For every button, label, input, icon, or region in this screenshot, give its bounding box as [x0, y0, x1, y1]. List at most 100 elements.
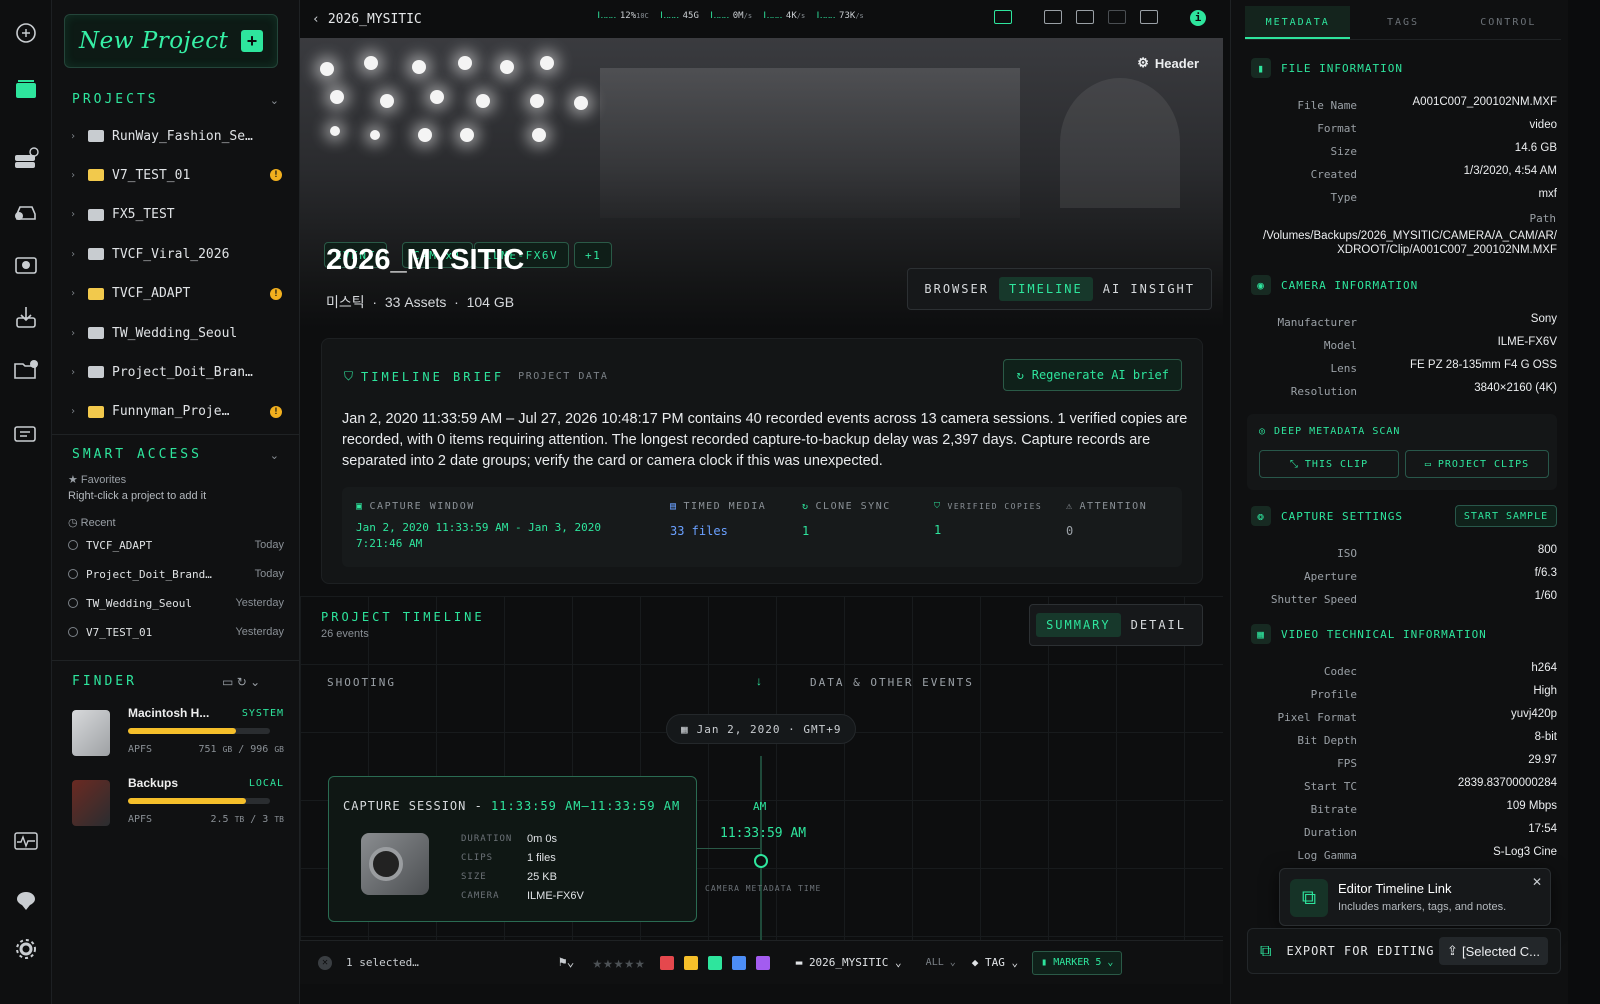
recent-time: Yesterday	[235, 597, 284, 609]
export-button[interactable]: EXPORT FOR EDITING	[1286, 944, 1434, 958]
timed-media-link[interactable]: 33 files	[670, 524, 766, 538]
marker-filter-button[interactable]: ▮ MARKER 5 ⌄	[1032, 950, 1123, 975]
capture-session-card[interactable]: CAPTURE SESSION - 11:33:59 AM–11:33:59 A…	[328, 776, 697, 922]
color-swatch[interactable]	[755, 955, 770, 970]
project-item[interactable]: › FX5_TEST	[70, 200, 282, 230]
favorites-label: ★ Favorites	[68, 474, 127, 486]
shield-icon: ⛉	[344, 369, 354, 383]
timed-media-stat: ▤ TIMED MEDIA 33 files	[670, 501, 767, 538]
refresh-icon[interactable]: ↻	[237, 675, 247, 689]
rating-stars[interactable]: ★★★★★	[593, 953, 646, 972]
chat-icon[interactable]	[11, 420, 41, 450]
flag-icon[interactable]: ⚑⌄	[559, 955, 575, 970]
chevron-right-icon[interactable]: ›	[70, 131, 88, 142]
project-item[interactable]: › TVCF_ADAPT!	[70, 279, 282, 309]
chevron-right-icon[interactable]: ›	[70, 288, 88, 299]
metadata-key: Type	[1330, 191, 1358, 204]
project-item[interactable]: › Project_Doit_Bran…	[70, 357, 282, 387]
folder-icon	[88, 366, 104, 379]
color-swatch[interactable]	[683, 955, 698, 970]
camera-thumbnail	[361, 833, 429, 895]
favorites-hint: Right-click a project to add it	[68, 490, 207, 502]
folder-help-icon[interactable]	[11, 354, 41, 384]
view-tab-browser[interactable]: BROWSER	[914, 277, 999, 301]
sidebar-toggle-icon[interactable]	[994, 10, 1012, 24]
brain-bolt-icon[interactable]	[11, 886, 41, 916]
project-item[interactable]: › V7_TEST_01!	[70, 160, 282, 190]
tag-chip[interactable]: +1	[574, 242, 613, 268]
chevron-down-icon[interactable]: ⌄	[250, 675, 260, 689]
stacked-view-icon[interactable]	[1076, 10, 1094, 24]
drive-capacity: 751 GB / 996 GB	[198, 744, 284, 755]
project-breadcrumb: 2026_MYSITIC	[327, 11, 422, 27]
new-project-button[interactable]: New Project +	[64, 14, 278, 68]
download-icon[interactable]	[11, 302, 41, 332]
project-item[interactable]: › TVCF_Viral_2026	[70, 239, 282, 269]
metadata-row: Lens FE PZ 28-135mm F4 G OSS	[1251, 359, 1558, 377]
editor-timeline-toast[interactable]: ⧉ Editor Timeline Link Includes markers,…	[1279, 868, 1551, 926]
export-selection-dropdown[interactable]: ⇪ [Selected C...	[1439, 937, 1548, 965]
scan-project-clips-button[interactable]: ▭ PROJECT CLIPS	[1405, 450, 1549, 478]
tab-metadata[interactable]: METADATA	[1245, 6, 1351, 39]
recent-item[interactable]: Project_Doit_Brand… Today	[68, 563, 284, 585]
view-tab-ai-insight[interactable]: AI INSIGHT	[1093, 277, 1205, 301]
chevron-down-icon[interactable]: ⌄	[270, 94, 279, 107]
header-settings-button[interactable]: ⚙ Header	[1137, 55, 1199, 71]
scrollbar-track[interactable]	[1568, 0, 1600, 1004]
brain-icon[interactable]	[11, 18, 41, 48]
activity-icon[interactable]	[11, 826, 41, 856]
folder-icon	[88, 208, 104, 221]
timeline-marker[interactable]	[754, 854, 768, 868]
chevron-right-icon[interactable]: ›	[70, 367, 88, 378]
start-sample-button[interactable]: START SAMPLE	[1455, 505, 1557, 527]
color-swatch[interactable]	[659, 955, 674, 970]
camera-icon[interactable]	[11, 249, 41, 279]
car-icon[interactable]	[11, 196, 41, 226]
project-item[interactable]: › Funnyman_Proje…!	[70, 397, 282, 427]
back-chevron-icon[interactable]: ‹	[312, 12, 320, 27]
recent-name: Project_Doit_Brand…	[86, 567, 212, 581]
metadata-value: High	[1533, 685, 1557, 697]
clock-icon: ◷	[68, 517, 81, 529]
folder-add-icon[interactable]: ▭	[222, 675, 233, 689]
metadata-value: h264	[1531, 662, 1557, 674]
recent-item[interactable]: V7_TEST_01 Yesterday	[68, 621, 284, 643]
chevron-down-icon[interactable]: ⌄	[270, 449, 279, 462]
recent-item[interactable]: TW_Wedding_Seoul Yesterday	[68, 592, 284, 614]
info-icon[interactable]: i	[1190, 10, 1206, 26]
project-item[interactable]: › TW_Wedding_Seoul	[70, 318, 282, 348]
chevron-right-icon[interactable]: ›	[70, 406, 88, 417]
stack-icon[interactable]	[11, 74, 41, 104]
folder-filter[interactable]: ▬ 2026_MYSITIC ⌄	[796, 956, 902, 969]
drive-icon[interactable]	[11, 144, 41, 174]
project-item[interactable]: › RunWay_Fashion_Se…	[70, 121, 282, 151]
play-icon[interactable]	[1140, 10, 1158, 24]
split-view-icon[interactable]	[1044, 10, 1062, 24]
timeline-canvas[interactable]: PROJECT TIMELINE 26 events SUMMARY DETAIL…	[300, 596, 1223, 940]
close-icon[interactable]: ✕	[1532, 875, 1542, 889]
compare-icon[interactable]	[1108, 10, 1126, 24]
chevron-right-icon[interactable]: ›	[70, 249, 88, 260]
gear-icon[interactable]	[11, 934, 41, 964]
marker-time: 11:33:59 AM	[720, 826, 807, 841]
chevron-right-icon[interactable]: ›	[70, 209, 88, 220]
all-filter[interactable]: ALL ⌄	[926, 957, 956, 968]
mode-tab-detail[interactable]: DETAIL	[1121, 613, 1196, 637]
clear-selection-icon[interactable]: ✕	[318, 955, 332, 970]
color-swatch[interactable]	[707, 955, 722, 970]
tab-control[interactable]: CONTROL	[1456, 6, 1561, 39]
chevron-right-icon[interactable]: ›	[70, 328, 88, 339]
icon-rail	[0, 0, 52, 1004]
view-tab-timeline[interactable]: TIMELINE	[998, 277, 1093, 301]
recent-item[interactable]: TVCF_ADAPT Today	[68, 534, 284, 556]
mode-tab-summary[interactable]: SUMMARY	[1036, 613, 1121, 637]
tag-filter[interactable]: ◆ TAG ⌄	[972, 956, 1018, 969]
regenerate-brief-button[interactable]: ↻ Regenerate AI brief	[1003, 359, 1182, 391]
scan-this-clip-button[interactable]: ⤡ THIS CLIP	[1259, 450, 1399, 478]
shield-check-icon: ⛉	[934, 501, 942, 510]
chevron-right-icon[interactable]: ›	[70, 170, 88, 181]
drive-item[interactable]: Backups LOCAL APFS 2.5 TB / 3 TB	[72, 776, 284, 836]
drive-item[interactable]: Macintosh H... SYSTEM APFS 751 GB / 996 GB	[72, 706, 284, 766]
color-swatch[interactable]	[731, 955, 746, 970]
tab-tags[interactable]: TAGS	[1350, 6, 1455, 39]
